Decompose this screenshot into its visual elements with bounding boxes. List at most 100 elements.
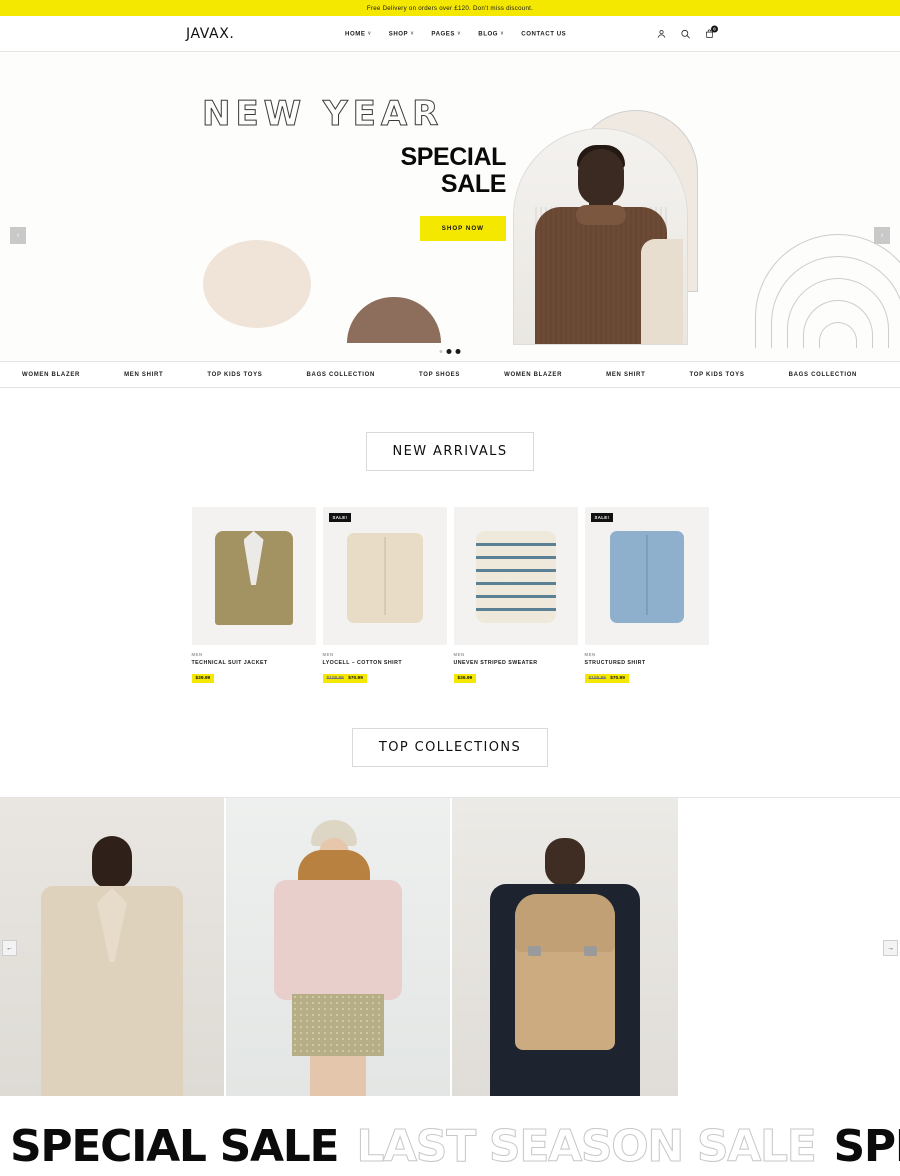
- product-category: MEN: [323, 652, 447, 657]
- cart-count-badge: 0: [711, 25, 718, 32]
- product-price: $36.99: [454, 674, 477, 683]
- product-price-current: $70.99: [610, 676, 625, 681]
- product-image[interactable]: [192, 507, 316, 645]
- category-link[interactable]: TOP KIDS TOYS: [667, 372, 766, 378]
- chevron-down-icon: ∨: [500, 31, 504, 36]
- model-legs: [310, 1054, 366, 1096]
- model-coat: [641, 239, 683, 345]
- new-arrivals-heading-wrap: NEW ARRIVALS: [0, 432, 900, 471]
- category-link[interactable]: BAGS COLLECTION: [767, 372, 880, 378]
- category-link[interactable]: WOMEN BLAZER: [0, 372, 102, 378]
- pink-jacket: [274, 880, 402, 1000]
- decorative-arcs: [754, 232, 900, 348]
- model-illustration: [514, 129, 687, 344]
- site-logo[interactable]: JAVAX.: [186, 26, 234, 42]
- category-link[interactable]: TOP KIDS TOYS: [185, 372, 284, 378]
- product-price: $39.99: [192, 674, 215, 683]
- product-image[interactable]: [454, 507, 578, 645]
- marquee-text-solid: SPECIAL SALE: [10, 1125, 338, 1169]
- product-price-old: $109.99: [327, 676, 344, 681]
- nav-label-shop: SHOP: [389, 30, 408, 37]
- main-navigation: HOME ∨ SHOP ∨ PAGES ∨ BLOG ∨ CONTACT US: [345, 30, 566, 37]
- product-name[interactable]: STRUCTURED SHIRT: [585, 660, 709, 666]
- site-header: JAVAX. HOME ∨ SHOP ∨ PAGES ∨ BLOG ∨ CONT…: [0, 16, 900, 52]
- product-card[interactable]: SALE! MEN LYOCELL – COTTON SHIRT $109.99…: [323, 507, 447, 684]
- model-turtleneck: [576, 205, 626, 225]
- garment-shape: [610, 531, 684, 623]
- garment-shape: [347, 533, 423, 623]
- marquee-text-solid: SPEC: [834, 1125, 900, 1169]
- sale-badge: SALE!: [329, 513, 352, 522]
- hero-dot-1[interactable]: [440, 350, 443, 353]
- top-collections-heading: TOP COLLECTIONS: [352, 728, 548, 767]
- new-arrivals-heading: NEW ARRIVALS: [366, 432, 535, 471]
- garment-shape: [215, 531, 293, 625]
- product-price: $109.99 $70.99: [323, 674, 367, 683]
- hero-image-group: [513, 110, 698, 345]
- product-image[interactable]: SALE!: [585, 507, 709, 645]
- sequin-skirt: [292, 994, 384, 1056]
- product-name[interactable]: UNEVEN STRIPED SWEATER: [454, 660, 578, 666]
- chevron-down-icon: ∨: [410, 31, 414, 36]
- nav-label-pages: PAGES: [431, 30, 455, 37]
- nav-item-blog[interactable]: BLOG ∨: [478, 30, 504, 37]
- product-category: MEN: [454, 652, 578, 657]
- backpack-buckle: [528, 946, 541, 956]
- hero-slide: NEW YEAR SPECIAL SALE SHOP NOW: [0, 52, 900, 362]
- hero-slider: NEW YEAR SPECIAL SALE SHOP NOW: [0, 52, 900, 362]
- product-card[interactable]: SALE! MEN STRUCTURED SHIRT $109.99 $70.9…: [585, 507, 709, 684]
- hero-prev-button[interactable]: ‹: [10, 227, 26, 244]
- collections-next-button[interactable]: →: [883, 940, 898, 956]
- category-link[interactable]: WOMEN BLAZER: [879, 372, 900, 378]
- chevron-down-icon: ∨: [367, 31, 371, 36]
- category-link[interactable]: BAGS COLLECTION: [285, 372, 398, 378]
- category-link[interactable]: MEN SHIRT: [102, 372, 185, 378]
- nav-label-contact-us: CONTACT US: [521, 30, 566, 37]
- product-price: $109.99 $70.99: [585, 674, 629, 683]
- collection-slide[interactable]: [0, 798, 224, 1096]
- category-marquee: WOMEN BLAZER MEN SHIRT TOP KIDS TOYS BAG…: [0, 362, 900, 388]
- hero-title-line1: SPECIAL: [196, 144, 506, 171]
- cart-icon[interactable]: 0: [704, 28, 715, 39]
- hero-dot-2[interactable]: [447, 349, 452, 354]
- marquee-text-outline: LAST SEASON SALE: [356, 1125, 815, 1169]
- nav-item-shop[interactable]: SHOP ∨: [389, 30, 415, 37]
- hero-dot-3[interactable]: [456, 349, 461, 354]
- product-image[interactable]: SALE!: [323, 507, 447, 645]
- announcement-bar: Free Delivery on orders over £120. Don't…: [0, 0, 900, 16]
- product-name[interactable]: LYOCELL – COTTON SHIRT: [323, 660, 447, 666]
- hero-outline-title: NEW YEAR: [196, 97, 506, 131]
- backpack-buckle: [584, 946, 597, 956]
- nav-label-home: HOME: [345, 30, 365, 37]
- product-category: MEN: [192, 652, 316, 657]
- product-category: MEN: [585, 652, 709, 657]
- model-head: [545, 838, 585, 886]
- product-card[interactable]: MEN UNEVEN STRIPED SWEATER $36.99: [454, 507, 578, 684]
- hero-next-button[interactable]: ›: [874, 227, 890, 244]
- product-price-current: $39.99: [196, 676, 211, 681]
- category-link[interactable]: WOMEN BLAZER: [482, 372, 584, 378]
- nav-item-contact-us[interactable]: CONTACT US: [521, 30, 566, 37]
- shop-now-button[interactable]: SHOP NOW: [420, 216, 506, 241]
- collection-slide[interactable]: [452, 798, 678, 1096]
- user-icon[interactable]: [656, 28, 667, 39]
- nav-item-home[interactable]: HOME ∨: [345, 30, 372, 37]
- nav-item-pages[interactable]: PAGES ∨: [431, 30, 461, 37]
- product-card[interactable]: MEN TECHNICAL SUIT JACKET $39.99: [192, 507, 316, 684]
- garment-shape: [476, 531, 556, 623]
- category-link[interactable]: MEN SHIRT: [584, 372, 667, 378]
- collection-slide[interactable]: [226, 798, 450, 1096]
- announcement-text: Free Delivery on orders over £120. Don't…: [367, 5, 533, 12]
- collections-prev-button[interactable]: ←: [2, 940, 17, 956]
- chevron-down-icon: ∨: [457, 31, 461, 36]
- product-price-current: $70.99: [348, 676, 363, 681]
- hero-model-photo: [513, 128, 688, 345]
- sale-badge: SALE!: [591, 513, 614, 522]
- hero-pagination: [440, 349, 461, 354]
- hero-title-line2: SALE: [196, 171, 506, 198]
- header-icons: 0: [656, 28, 715, 39]
- backpack-flap: [515, 894, 615, 952]
- category-link[interactable]: TOP SHOES: [397, 372, 482, 378]
- search-icon[interactable]: [680, 28, 691, 39]
- product-name[interactable]: TECHNICAL SUIT JACKET: [192, 660, 316, 666]
